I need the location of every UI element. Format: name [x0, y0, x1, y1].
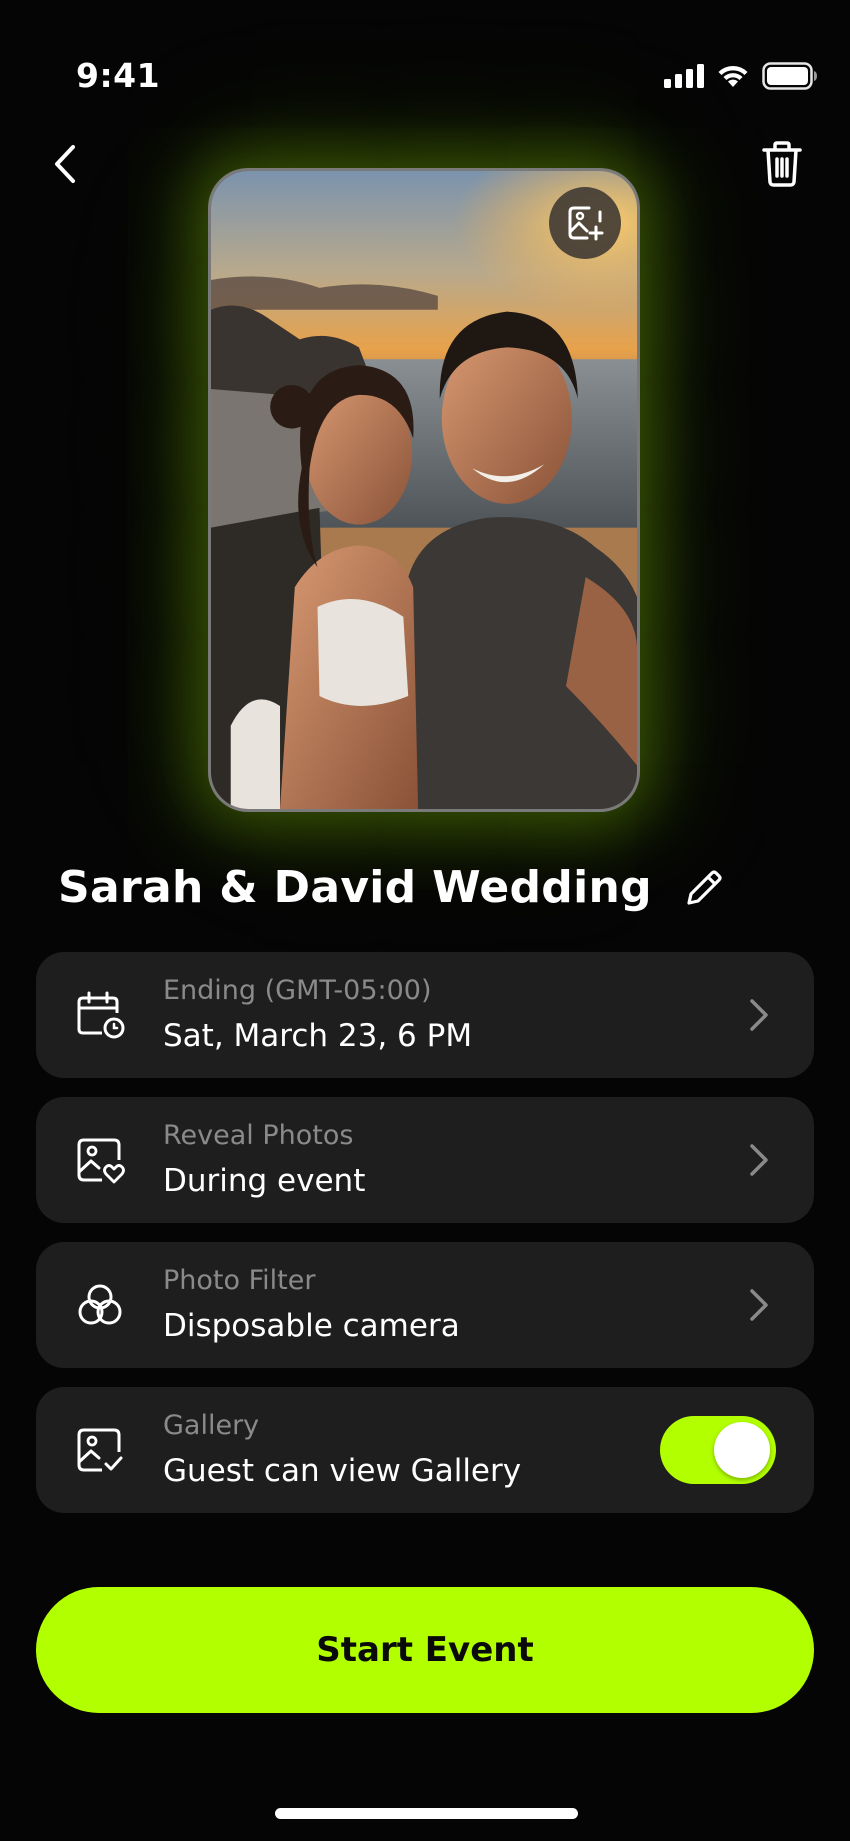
ending-time-setting[interactable]: Ending (GMT-05:00) Sat, March 23, 6 PM	[36, 952, 814, 1078]
reveal-photos-setting[interactable]: Reveal Photos During event	[36, 1097, 814, 1223]
cellular-signal-icon	[664, 64, 704, 88]
edit-title-button[interactable]	[680, 864, 728, 912]
battery-icon	[762, 62, 817, 90]
status-time: 9:41	[76, 56, 161, 95]
image-add-icon	[568, 206, 604, 241]
photo-filter-setting[interactable]: Photo Filter Disposable camera	[36, 1242, 814, 1368]
delete-button[interactable]	[754, 136, 810, 192]
wifi-icon	[718, 65, 748, 87]
setting-label: Reveal Photos	[163, 1120, 354, 1151]
home-indicator	[275, 1808, 578, 1819]
chevron-right-icon	[750, 1144, 768, 1176]
change-cover-photo-button[interactable]	[549, 187, 621, 259]
couple-selfie-image	[211, 171, 637, 809]
chevron-left-icon	[55, 145, 75, 183]
setting-value: Sat, March 23, 6 PM	[163, 1018, 473, 1054]
image-check-icon	[74, 1424, 126, 1476]
calendar-clock-icon	[74, 989, 126, 1041]
gallery-toggle[interactable]	[660, 1416, 776, 1484]
chevron-right-icon	[750, 999, 768, 1031]
setting-value: Disposable camera	[163, 1308, 460, 1344]
setting-value: Guest can view Gallery	[163, 1453, 522, 1489]
filter-circles-icon	[74, 1279, 126, 1331]
start-event-label: Start Event	[316, 1630, 534, 1670]
setting-label: Ending (GMT-05:00)	[163, 975, 432, 1006]
trash-icon	[762, 141, 802, 187]
start-event-button[interactable]: Start Event	[36, 1587, 814, 1713]
event-title-row: Sarah & David Wedding	[58, 862, 728, 913]
back-button[interactable]	[40, 136, 90, 192]
setting-value: During event	[163, 1163, 366, 1199]
chevron-right-icon	[750, 1289, 768, 1321]
image-heart-icon	[74, 1134, 126, 1186]
pencil-icon	[687, 869, 722, 905]
toggle-knob	[714, 1422, 770, 1478]
setting-label: Photo Filter	[163, 1265, 316, 1296]
gallery-setting: Gallery Guest can view Gallery	[36, 1387, 814, 1513]
status-bar: 9:41	[0, 0, 850, 110]
setting-label: Gallery	[163, 1410, 260, 1441]
event-title: Sarah & David Wedding	[58, 862, 652, 913]
cover-photo[interactable]	[208, 168, 640, 812]
status-icons	[664, 62, 818, 90]
event-settings-list: Ending (GMT-05:00) Sat, March 23, 6 PM R…	[36, 952, 814, 1532]
